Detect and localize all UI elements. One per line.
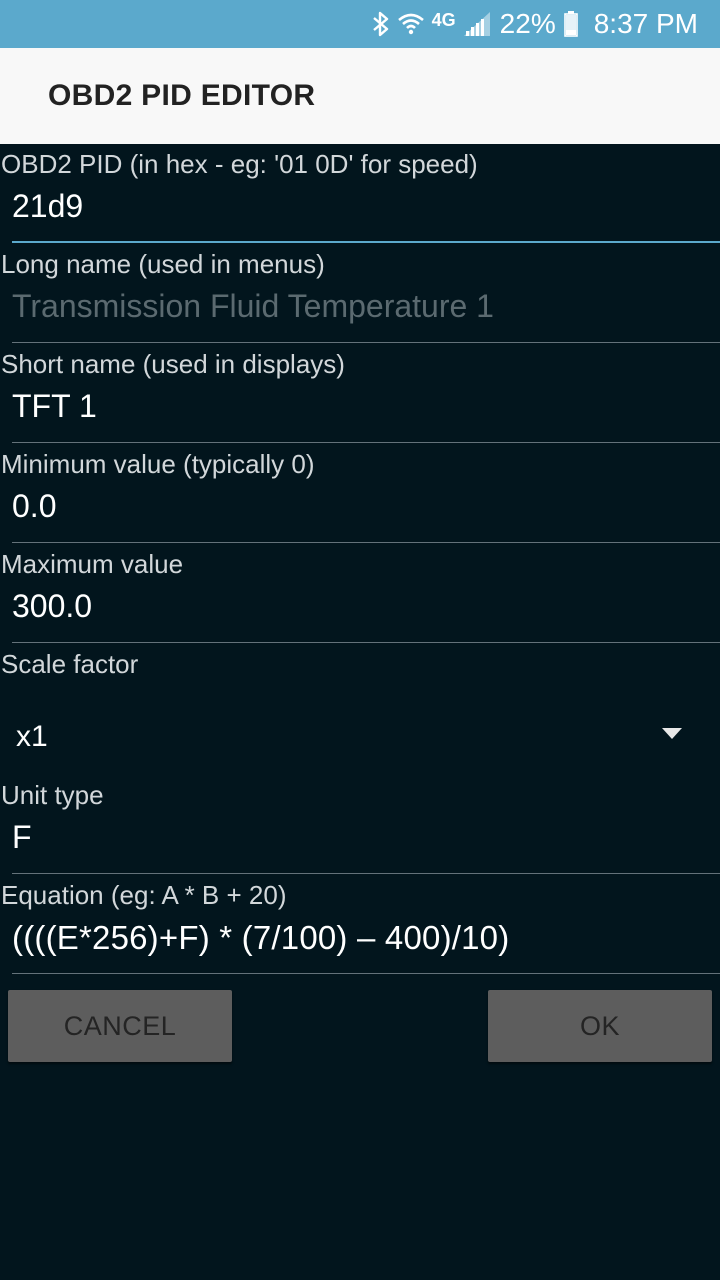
pid-label: OBD2 PID (in hex - eg: '01 0D' for speed… xyxy=(1,149,478,179)
equation-field: Equation (eg: A * B + 20) ((((E*256)+F) … xyxy=(0,875,720,975)
min-value-field: Minimum value (typically 0) 0.0 xyxy=(0,444,720,544)
short-name-underline xyxy=(12,442,720,443)
cancel-button[interactable]: CANCEL xyxy=(8,990,232,1062)
min-value-label: Minimum value (typically 0) xyxy=(1,449,315,479)
min-value-underline xyxy=(12,542,720,543)
4g-lte-icon: 4G xyxy=(431,9,456,30)
min-value-input[interactable]: 0.0 xyxy=(12,488,56,525)
bluetooth-icon xyxy=(372,10,390,38)
long-name-input[interactable]: Transmission Fluid Temperature 1 xyxy=(12,288,494,325)
app-bar: OBD2 PID EDITOR xyxy=(0,48,720,144)
pid-field: OBD2 PID (in hex - eg: '01 0D' for speed… xyxy=(0,144,720,244)
equation-label: Equation (eg: A * B + 20) xyxy=(1,880,287,910)
short-name-label: Short name (used in displays) xyxy=(1,349,345,379)
status-bar: 4G 22% 8:37 PM xyxy=(0,0,720,48)
signal-icon xyxy=(463,12,490,36)
clock: 8:37 PM xyxy=(593,8,698,39)
equation-underline xyxy=(12,973,720,974)
long-name-label: Long name (used in menus) xyxy=(1,249,325,279)
scale-factor-label: Scale factor xyxy=(1,649,139,679)
max-value-field: Maximum value 300.0 xyxy=(0,544,720,644)
long-name-underline xyxy=(12,342,720,343)
equation-input[interactable]: ((((E*256)+F) * (7/100) – 400)/10) xyxy=(12,919,509,957)
button-bar: CANCEL OK xyxy=(0,990,720,1064)
scale-factor-select[interactable]: x1 xyxy=(16,720,48,754)
unit-type-label: Unit type xyxy=(1,780,104,810)
unit-type-field: Unit type F xyxy=(0,775,720,875)
unit-type-underline xyxy=(12,873,720,874)
ok-button[interactable]: OK xyxy=(488,990,712,1062)
pid-form: OBD2 PID (in hex - eg: '01 0D' for speed… xyxy=(0,144,720,975)
page-title: OBD2 PID EDITOR xyxy=(48,79,316,112)
max-value-label: Maximum value xyxy=(1,549,184,579)
battery-icon xyxy=(563,11,578,37)
short-name-input[interactable]: TFT 1 xyxy=(12,388,97,425)
long-name-field: Long name (used in menus) Transmission F… xyxy=(0,244,720,344)
unit-type-input[interactable]: F xyxy=(12,819,32,856)
short-name-field: Short name (used in displays) TFT 1 xyxy=(0,344,720,444)
battery-percent: 22% xyxy=(499,8,556,39)
pid-input-underline xyxy=(12,241,720,243)
wifi-icon xyxy=(397,12,424,36)
max-value-underline xyxy=(12,642,720,643)
scale-factor-field: Scale factor x1 xyxy=(0,644,720,775)
dropdown-arrow-icon[interactable] xyxy=(662,727,682,739)
pid-input[interactable]: 21d9 xyxy=(12,188,83,225)
max-value-input[interactable]: 300.0 xyxy=(12,588,92,625)
